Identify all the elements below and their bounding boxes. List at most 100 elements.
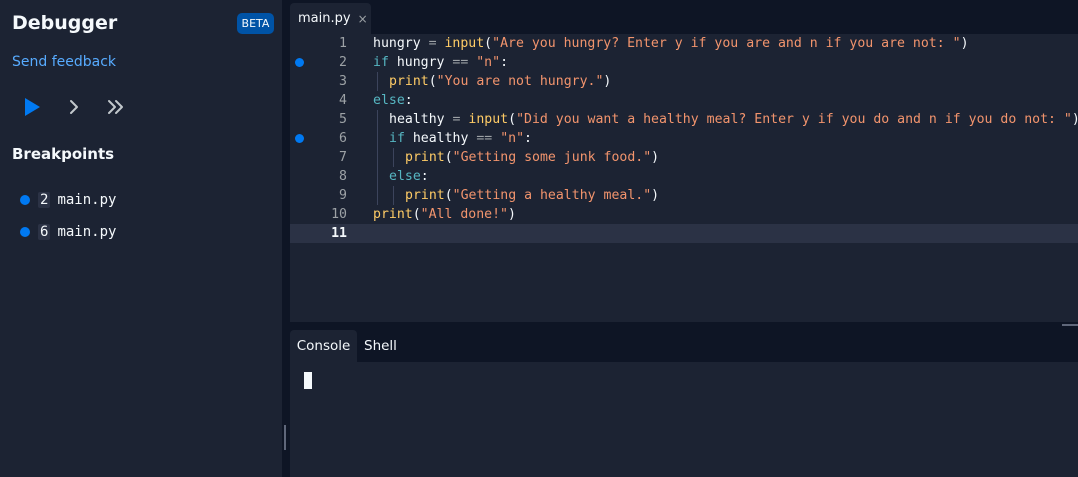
code-token: hungry xyxy=(396,55,453,70)
code-token: "Getting a healthy meal." xyxy=(452,188,652,203)
code-token: = xyxy=(428,36,445,51)
tab-main-py[interactable]: main.py × xyxy=(290,3,371,34)
sidebar-resize-handle[interactable] xyxy=(284,425,286,450)
code-line[interactable]: 11 xyxy=(290,224,1078,243)
code-token: == xyxy=(476,131,501,146)
breakpoint-file: main.py xyxy=(57,192,117,208)
line-number: 2 xyxy=(339,55,347,70)
line-number: 6 xyxy=(339,131,347,146)
breakpoint-marker-icon[interactable] xyxy=(295,134,304,143)
code-token: healthy xyxy=(389,112,453,127)
code-token: "n" xyxy=(476,55,501,70)
code-token: ( xyxy=(428,74,437,89)
code-line[interactable]: 4 else: xyxy=(290,91,1078,110)
code-token: hungry xyxy=(373,36,429,51)
debugger-title: Debugger xyxy=(12,12,118,34)
code-line[interactable]: 9 print("Getting a healthy meal.") xyxy=(290,186,1078,205)
indent-guide xyxy=(377,148,378,167)
close-icon[interactable]: × xyxy=(358,12,368,26)
send-feedback-link[interactable]: Send feedback xyxy=(12,54,116,70)
code-token: ( xyxy=(508,112,517,127)
play-icon xyxy=(25,98,40,116)
code-token: print xyxy=(389,74,429,89)
code-line[interactable]: 8 else: xyxy=(290,167,1078,186)
console-output[interactable] xyxy=(290,362,1078,477)
code-line[interactable]: 2 if hungry == "n": xyxy=(290,53,1078,72)
code-line[interactable]: 10 print("All done!") xyxy=(290,205,1078,224)
code-line[interactable]: 7 print("Getting some junk food.") xyxy=(290,148,1078,167)
beta-badge: BETA xyxy=(237,13,274,34)
split-resize-handle[interactable] xyxy=(1062,324,1078,326)
code-text: print("You are not hungry.") xyxy=(389,72,611,91)
code-token: : xyxy=(524,131,532,146)
line-number: 3 xyxy=(339,74,347,89)
editor-tab-bar: main.py × xyxy=(290,0,1078,34)
line-number: 4 xyxy=(339,93,347,108)
code-token: healthy xyxy=(412,131,477,146)
continue-icon xyxy=(108,100,123,114)
breakpoint-file: main.py xyxy=(57,224,117,240)
code-line[interactable]: 1 hungry = input("Are you hungry? Enter y… xyxy=(290,34,1078,53)
breakpoint-line-number: 2 xyxy=(38,192,51,208)
code-token: else xyxy=(389,169,421,184)
line-number: 9 xyxy=(339,188,347,203)
code-token: print xyxy=(373,207,413,222)
code-text: print("Getting some junk food.") xyxy=(405,148,659,167)
code-token: else xyxy=(373,93,405,108)
breakpoint-marker-icon[interactable] xyxy=(295,58,304,67)
code-line[interactable]: 3 print("You are not hungry.") xyxy=(290,72,1078,91)
indent-guide xyxy=(377,167,378,186)
code-token: "n" xyxy=(500,131,525,146)
line-number: 10 xyxy=(331,207,347,222)
code-token: ( xyxy=(444,188,453,203)
code-line[interactable]: 6 if healthy == "n": xyxy=(290,129,1078,148)
code-token: = xyxy=(452,112,469,127)
code-text: else: xyxy=(389,167,429,186)
code-token: : xyxy=(500,55,509,70)
line-number: 1 xyxy=(339,36,347,51)
code-text: hungry = input("Are you hungry? Enter y … xyxy=(373,34,969,53)
breakpoints-heading: Breakpoints xyxy=(12,145,115,163)
code-token: if xyxy=(373,55,397,70)
tab-label: main.py xyxy=(298,11,351,26)
code-text: print("All done!") xyxy=(373,205,516,224)
code-token: ) xyxy=(1072,112,1078,127)
code-text: else: xyxy=(373,91,413,110)
tab-shell[interactable]: Shell xyxy=(364,330,397,362)
breakpoint-dot-icon xyxy=(20,227,30,237)
code-token: print xyxy=(405,188,445,203)
code-token: "Did you want a healthy meal? Enter y if… xyxy=(516,112,1072,127)
code-line[interactable]: 5 healthy = input("Did you want a healthy… xyxy=(290,110,1078,129)
code-text: if healthy == "n": xyxy=(389,129,532,148)
indent-guide xyxy=(393,186,394,205)
play-button[interactable] xyxy=(20,95,44,119)
console-cursor xyxy=(304,372,312,389)
indent-guide xyxy=(377,129,378,148)
bottom-tab-bar: Console Shell xyxy=(290,330,1078,362)
line-number: 8 xyxy=(339,169,347,184)
tab-console[interactable]: Console xyxy=(290,330,357,362)
code-token: : xyxy=(420,169,429,184)
code-editor[interactable]: 1 hungry = input("Are you hungry? Enter y… xyxy=(290,34,1078,322)
code-token: ( xyxy=(444,150,453,165)
code-token: ) xyxy=(603,74,612,89)
code-token: ( xyxy=(412,207,421,222)
indent-guide xyxy=(393,148,394,167)
breakpoint-item[interactable]: 2 main.py xyxy=(20,184,116,216)
code-token: "You are not hungry." xyxy=(436,74,604,89)
code-token: "Are you hungry? Enter y if you are and … xyxy=(492,36,961,51)
breakpoint-dot-icon xyxy=(20,195,30,205)
line-number: 11 xyxy=(331,226,347,241)
code-token: if xyxy=(389,131,413,146)
step-icon xyxy=(70,100,78,114)
code-text: print("Getting a healthy meal.") xyxy=(405,186,659,205)
step-button[interactable] xyxy=(62,95,86,119)
continue-button[interactable] xyxy=(104,95,128,119)
code-token: ) xyxy=(508,207,516,222)
breakpoint-item[interactable]: 6 main.py xyxy=(20,216,116,248)
code-text: if hungry == "n": xyxy=(373,53,508,72)
code-token: ) xyxy=(651,188,660,203)
code-token: ) xyxy=(960,36,969,51)
indent-guide xyxy=(377,72,378,91)
code-token: : xyxy=(404,93,413,108)
